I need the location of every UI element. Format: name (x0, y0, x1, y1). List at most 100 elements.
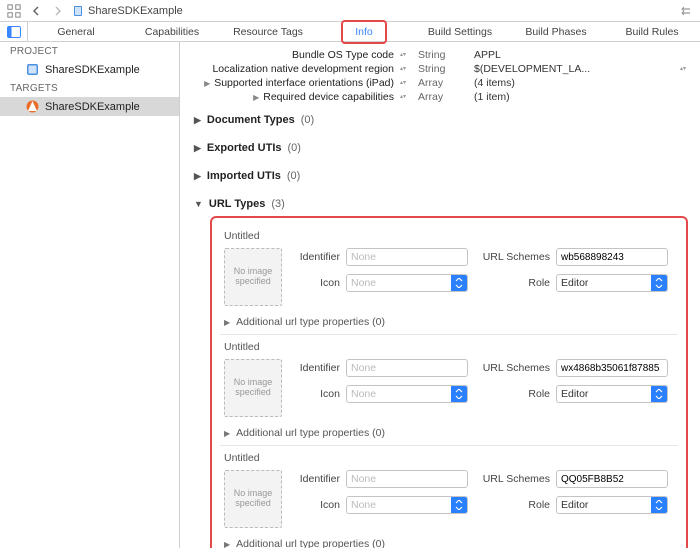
additional-label: Additional url type properties (0) (236, 427, 385, 439)
schemes-label: URL Schemes (474, 473, 550, 485)
tab-build-rules[interactable]: Build Rules (604, 22, 700, 41)
role-select[interactable]: Editor (556, 496, 668, 514)
left-panel-toggle-icon[interactable] (0, 22, 28, 41)
schemes-label: URL Schemes (474, 251, 550, 263)
url-type-image-well[interactable]: No image specified (224, 248, 282, 306)
tab-label: Info (355, 26, 373, 38)
plist-key: Required device capabilities (263, 91, 394, 103)
tab-capabilities[interactable]: Capabilities (124, 22, 220, 41)
identifier-input[interactable] (346, 470, 468, 488)
schemes-input[interactable] (556, 359, 668, 377)
select-value: Editor (557, 388, 651, 400)
sidebar-project-header: PROJECT (0, 42, 179, 60)
stepper-icon[interactable]: ▴▾ (398, 95, 408, 100)
schemes-input[interactable] (556, 470, 668, 488)
project-sidebar: PROJECT ShareSDKExample TARGETS ShareSDK… (0, 42, 180, 548)
tab-build-phases[interactable]: Build Phases (508, 22, 604, 41)
chevron-updown-icon (451, 275, 467, 291)
toolbar-expand-icon[interactable] (678, 3, 694, 19)
icon-select[interactable]: None (346, 385, 468, 403)
select-value: Editor (557, 277, 651, 289)
select-value: None (347, 499, 451, 511)
url-type-title: Untitled (220, 339, 678, 357)
sidebar-item-label: ShareSDKExample (45, 64, 140, 76)
view-mode-icon[interactable] (6, 3, 22, 19)
stepper-icon[interactable]: ▴▾ (398, 67, 408, 72)
breadcrumb-file: ShareSDKExample (88, 5, 183, 17)
disclosure-triangle-icon: ▶ (194, 115, 201, 126)
plist-row[interactable]: ▶Required device capabilities▴▾ Array (1… (192, 90, 688, 104)
sidebar-target-item[interactable]: ShareSDKExample (0, 97, 179, 116)
tab-label: Build Settings (428, 26, 492, 38)
icon-select[interactable]: None (346, 274, 468, 292)
tab-build-settings[interactable]: Build Settings (412, 22, 508, 41)
plist-key: Supported interface orientations (iPad) (214, 77, 394, 89)
disclosure-triangle-icon: ▶ (224, 429, 230, 438)
url-types-panel: Untitled No image specified Identifier U… (210, 216, 688, 548)
select-value: None (347, 277, 451, 289)
url-type-block: Untitled No image specified Identifier U… (220, 446, 678, 548)
sidebar-targets-header: TARGETS (0, 79, 179, 97)
image-well-placeholder: No image specified (225, 489, 281, 509)
section-imported-utis[interactable]: ▶ Imported UTIs (0) (192, 160, 688, 188)
section-count: (0) (287, 170, 300, 182)
schemes-label: URL Schemes (474, 362, 550, 374)
disclosure-triangle-icon[interactable]: ▶ (253, 93, 259, 102)
icon-label: Icon (292, 499, 340, 511)
role-select[interactable]: Editor (556, 385, 668, 403)
tab-label: Resource Tags (233, 26, 303, 38)
role-label: Role (474, 499, 550, 511)
section-count: (0) (301, 114, 314, 126)
identifier-label: Identifier (292, 251, 340, 263)
image-well-placeholder: No image specified (225, 378, 281, 398)
stepper-icon[interactable]: ▴▾ (398, 81, 408, 86)
url-type-image-well[interactable]: No image specified (224, 359, 282, 417)
section-exported-utis[interactable]: ▶ Exported UTIs (0) (192, 132, 688, 160)
section-count: (3) (271, 198, 284, 210)
stepper-icon[interactable]: ▴▾ (398, 53, 408, 58)
section-document-types[interactable]: ▶ Document Types (0) (192, 104, 688, 132)
tab-general[interactable]: General (28, 22, 124, 41)
section-label: Exported UTIs (207, 142, 282, 154)
url-type-block: Untitled No image specified Identifier U… (220, 335, 678, 446)
plist-value: APPL (474, 49, 501, 61)
disclosure-triangle-icon: ▼ (194, 199, 203, 209)
section-url-types[interactable]: ▼ URL Types (3) (192, 188, 688, 216)
tab-resource-tags[interactable]: Resource Tags (220, 22, 316, 41)
disclosure-triangle-icon: ▶ (224, 318, 230, 327)
identifier-input[interactable] (346, 248, 468, 266)
content-scroll[interactable]: Bundle OS Type code▴▾ String APPL Locali… (180, 42, 700, 548)
icon-select[interactable]: None (346, 496, 468, 514)
icon-label: Icon (292, 388, 340, 400)
additional-url-props[interactable]: ▶ Additional url type properties (0) (220, 421, 678, 439)
role-select[interactable]: Editor (556, 274, 668, 292)
additional-url-props[interactable]: ▶ Additional url type properties (0) (220, 310, 678, 328)
nav-back-icon[interactable] (28, 3, 44, 19)
identifier-input[interactable] (346, 359, 468, 377)
role-label: Role (474, 277, 550, 289)
select-value: Editor (557, 499, 651, 511)
role-label: Role (474, 388, 550, 400)
schemes-input[interactable] (556, 248, 668, 266)
disclosure-triangle-icon[interactable]: ▶ (204, 79, 210, 88)
url-type-title: Untitled (220, 450, 678, 468)
section-label: Imported UTIs (207, 170, 281, 182)
chevron-updown-icon (651, 275, 667, 291)
plist-row[interactable]: Bundle OS Type code▴▾ String APPL (192, 48, 688, 62)
disclosure-triangle-icon: ▶ (194, 143, 201, 154)
sidebar-project-item[interactable]: ShareSDKExample (0, 60, 179, 79)
section-label: URL Types (209, 198, 265, 210)
project-icon (26, 63, 39, 76)
nav-forward-icon[interactable] (50, 3, 66, 19)
plist-row[interactable]: ▶ Supported interface orientations (iPad)… (192, 76, 688, 90)
additional-label: Additional url type properties (0) (236, 538, 385, 548)
breadcrumb[interactable]: ShareSDKExample (72, 5, 183, 17)
project-tab-bar: General Capabilities Resource Tags Info … (0, 22, 700, 42)
additional-url-props[interactable]: ▶ Additional url type properties (0) (220, 532, 678, 548)
url-type-image-well[interactable]: No image specified (224, 470, 282, 528)
identifier-label: Identifier (292, 473, 340, 485)
select-value: None (347, 388, 451, 400)
stepper-icon[interactable]: ▴▾ (678, 67, 688, 72)
plist-row[interactable]: Localization native development region▴▾… (192, 62, 688, 76)
tab-info[interactable]: Info (316, 22, 412, 41)
